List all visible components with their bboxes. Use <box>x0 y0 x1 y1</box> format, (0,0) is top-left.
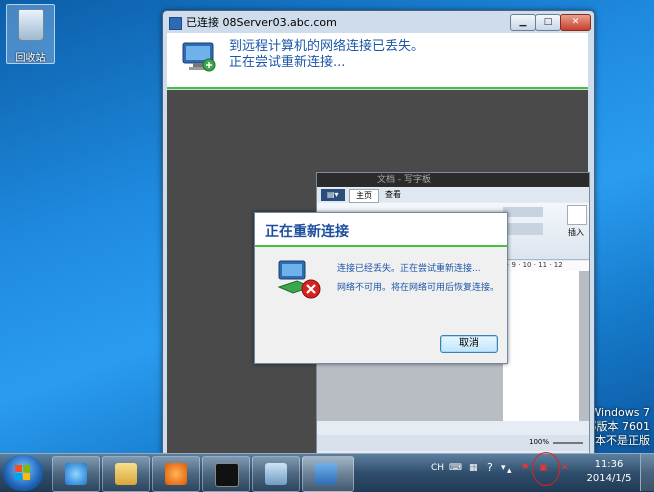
recycle-bin-label: 回收站 <box>15 53 46 64</box>
maximize-button[interactable]: □ <box>535 14 561 31</box>
minimize-button[interactable]: ▁ <box>510 14 536 31</box>
window-title: 已连接 08Server03.abc.com <box>169 14 337 30</box>
taskbar-explorer-button[interactable] <box>102 456 150 492</box>
tab-home[interactable]: 主页 <box>349 189 379 203</box>
trash-icon <box>18 9 44 41</box>
close-button[interactable]: ✕ <box>560 14 591 31</box>
paragraph-controls[interactable] <box>503 207 543 217</box>
taskbar-cmd-button[interactable] <box>202 456 250 492</box>
wordpad-statusbar: 100% <box>317 435 589 451</box>
wordpad-title: 文档 - 写字板 <box>377 175 431 185</box>
zoom-slider[interactable] <box>553 442 583 444</box>
system-tray: CH ⌨ ▦ ? ▾ ▴ ⚑ ▣ ✕ <box>427 455 597 489</box>
document-page[interactable] <box>503 271 579 421</box>
alignment-buttons[interactable] <box>503 223 543 235</box>
keyboard-icon[interactable]: ⌨ <box>449 463 462 473</box>
server-manager-icon <box>265 463 287 485</box>
clock-time: 11:36 <box>594 459 624 470</box>
network-monitor-icon <box>182 42 216 72</box>
input-language-indicator[interactable]: CH <box>431 463 444 473</box>
action-center-warning-icon[interactable]: ⚑ <box>521 463 529 473</box>
ruler-text: · 9 · 10 · 11 · 12 <box>507 261 563 269</box>
taskbar-media-player-button[interactable] <box>152 456 200 492</box>
internet-explorer-icon <box>65 463 87 485</box>
wordpad-tabs: ▤▾ 主页 查看 <box>317 188 589 203</box>
window-title-text: 已连接 08Server03.abc.com <box>186 16 337 29</box>
show-hidden-icons-button[interactable]: ▴ <box>507 466 512 476</box>
show-desktop-button[interactable] <box>640 454 654 491</box>
taskbar-server-manager-button[interactable] <box>252 456 300 492</box>
system-clock[interactable]: 11:36 2014/1/5 <box>583 458 635 486</box>
cancel-button[interactable]: 取消 <box>440 335 498 353</box>
annotation-circle <box>532 452 560 486</box>
remote-session-area[interactable]: 文档 - 写字板 ▤▾ 主页 查看 插入 · 9 · 10 · 11 · 12 … <box>167 90 590 454</box>
ime-settings-icon[interactable]: ▦ <box>469 463 478 473</box>
taskbar-rdp-button[interactable] <box>302 456 354 492</box>
connection-status-banner: 到远程计算机的网络连接已丢失。 正在尝试重新连接... <box>167 33 588 89</box>
dialog-message-2: 网络不可用。将在网络可用后恢复连接。 <box>337 283 500 293</box>
network-error-icon <box>277 260 321 299</box>
recycle-bin-icon[interactable]: 回收站 <box>6 4 55 64</box>
status-line-1: 到远程计算机的网络连接已丢失。 <box>229 39 425 54</box>
folder-icon <box>115 463 137 485</box>
clock-date: 2014/1/5 <box>586 473 632 484</box>
connection-status-text: 到远程计算机的网络连接已丢失。 正在尝试重新连接... <box>229 39 424 71</box>
start-button[interactable] <box>3 455 43 491</box>
wordpad-menu-button[interactable]: ▤▾ <box>321 189 345 201</box>
zoom-level: 100% <box>529 438 550 446</box>
remote-desktop-window: 已连接 08Server03.abc.com ▁ □ ✕ 到远程计算机的网络连接… <box>162 10 595 455</box>
rdp-app-icon <box>169 16 182 30</box>
command-prompt-icon <box>215 463 239 487</box>
insert-label: 插入 <box>568 228 584 237</box>
remote-desktop-icon <box>315 463 337 485</box>
wordpad-titlebar: 文档 - 写字板 <box>317 173 589 187</box>
media-player-icon <box>165 463 187 485</box>
reconnect-dialog: 正在重新连接 连接已经丢失。正在尝试重新连接... 网络不可用。将在网络可用后恢… <box>254 212 508 364</box>
dialog-header: 正在重新连接 <box>255 213 507 247</box>
status-line-2: 正在尝试重新连接... <box>229 55 346 70</box>
taskbar-ie-button[interactable] <box>52 456 100 492</box>
volume-muted-icon[interactable]: ✕ <box>561 463 569 473</box>
help-icon[interactable]: ? <box>487 461 493 474</box>
windows-logo-icon <box>15 465 30 480</box>
insert-picture-icon[interactable] <box>567 205 587 225</box>
dialog-message-1: 连接已经丢失。正在尝试重新连接... <box>337 264 481 274</box>
tab-view[interactable]: 查看 <box>379 189 407 201</box>
dialog-title: 正在重新连接 <box>265 224 349 240</box>
ime-options-icon[interactable]: ▾ <box>501 463 506 473</box>
